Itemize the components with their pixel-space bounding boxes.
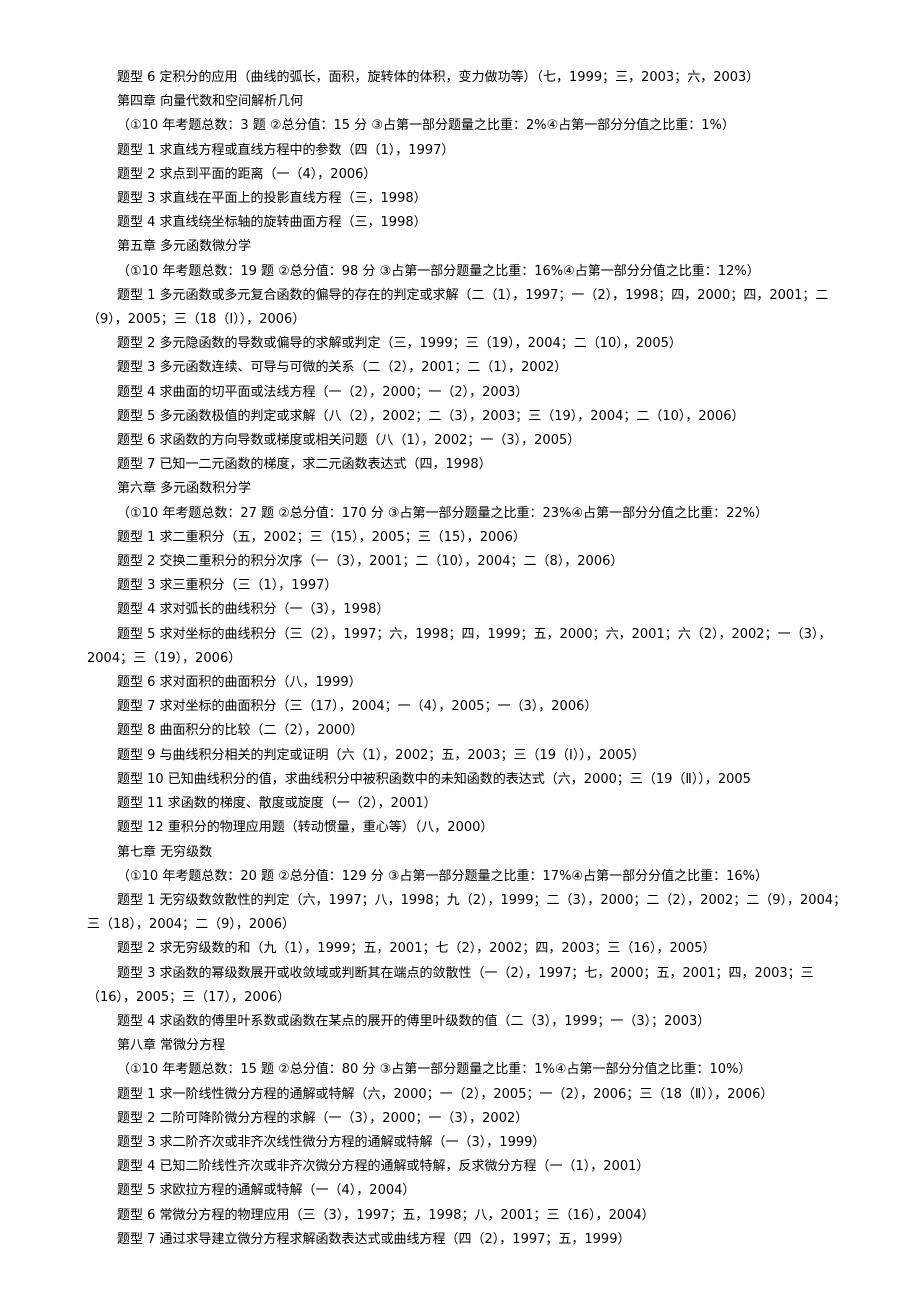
question-type-item: 题型 2 求无穷级数的和（九（1），1999；五，2001；七（2），2002；… (117, 941, 716, 957)
question-type-item: 题型 11 求函数的梯度、散度或旋度（一（2），2001） (117, 796, 437, 812)
question-type-item: 题型 2 二阶可降阶微分方程的求解（一（3），2000；一（3），2002） (117, 1110, 529, 1126)
chapter-heading: 第四章 向量代数和空间解析几何 (117, 94, 304, 110)
question-type-item: 题型 1 求直线方程或直线方程中的参数（四（1），1997） (117, 142, 455, 158)
chapter-stats: （①10 年考题总数：19 题 ②总分值：98 分 ③占第一部分题量之比重：16… (117, 263, 760, 279)
question-type-item: 题型 3 求二阶齐次或非齐次线性微分方程的通解或特解（一（3），1999） (117, 1134, 546, 1150)
question-type-item: 题型 3 求函数的幂级数展开或收敛域或判断其在端点的敛散性（一（2），1997；… (87, 965, 814, 1005)
question-type-item: 题型 3 多元函数连续、可导与可微的关系（二（2），2001；二（1），2002… (117, 360, 568, 376)
question-type-item: 题型 6 常微分方程的物理应用（三（3），1997；五，1998；八，2001；… (117, 1207, 655, 1223)
question-type-item: 题型 1 无穷级数敛散性的判定（六，1997；八，1998；九（2），1999；… (87, 892, 847, 933)
question-type-item: 题型 4 求对弧长的曲线积分（一（3），1998） (117, 602, 390, 618)
chapter-stats: （①10 年考题总数：20 题 ②总分值：129 分 ③占第一部分题量之比重：1… (117, 868, 768, 884)
document-page: 题型 6 定积分的应用（曲线的弧长，面积，旋转体的体积，变力做功等）（七，199… (87, 66, 847, 1252)
question-type-item: 题型 7 求对坐标的曲面积分（三（17），2004；一（4），2005；一（3）… (117, 699, 598, 715)
question-type-item: 题型 2 求点到平面的距离（一（4），2006） (117, 166, 377, 182)
question-type-item: 题型 2 多元隐函数的导数或偏导的求解或判定（三，1999；三（19），2004… (117, 336, 682, 352)
question-type-item: 题型 5 多元函数极值的判定或求解（八（2），2002；二（3），2003；三（… (117, 408, 745, 424)
chapter-heading: 第五章 多元函数微分学 (117, 239, 252, 255)
question-type-item: 题型 7 已知一二元函数的梯度，求二元函数表达式（四，1998） (117, 457, 492, 473)
question-type-item: 题型 7 通过求导建立微分方程求解函数表达式或曲线方程（四（2），1997；五，… (117, 1231, 631, 1247)
question-type-item: 题型 4 求直线绕坐标轴的旋转曲面方程（三，1998） (117, 215, 427, 231)
question-type-item: 题型 10 已知曲线积分的值，求曲线积分中被积函数中的未知函数的表达式（六，20… (117, 771, 751, 787)
question-type-item: 题型 5 求对坐标的曲线积分（三（2），1997；六，1998；四，1999；五… (87, 626, 832, 666)
question-type-item: 题型 6 定积分的应用（曲线的弧长，面积，旋转体的体积，变力做功等）（七，199… (117, 70, 760, 85)
question-type-item: 题型 3 求三重积分（三（1），1997） (117, 578, 338, 594)
chapter-stats: （①10 年考题总数：3 题 ②总分值：15 分 ③占第一部分题量之比重：2%④… (117, 118, 735, 134)
chapter-heading: 第六章 多元函数积分学 (117, 481, 252, 497)
question-type-item: 题型 2 交换二重积分的积分次序（一（3），2001；二（10），2004；二（… (117, 554, 624, 570)
question-type-item: 题型 1 求二重积分（五，2002；三（15），2005；三（15），2006） (117, 529, 526, 545)
question-type-item: 题型 9 与曲线积分相关的判定或证明（六（1），2002；五，2003；三（19… (117, 747, 645, 763)
chapter-stats: （①10 年考题总数：15 题 ②总分值：80 分 ③占第一部分题量之比重：1%… (117, 1062, 752, 1078)
chapter-heading: 第八章 常微分方程 (117, 1038, 226, 1054)
question-type-item: 题型 6 求函数的方向导数或梯度或相关问题（八（1），2002；一（3），200… (117, 433, 581, 449)
question-type-item: 题型 5 求欧拉方程的通解或特解（一（4），2004） (117, 1183, 416, 1199)
question-type-item: 题型 1 求一阶线性微分方程的通解或特解（六，2000；一（2），2005；一（… (117, 1086, 774, 1102)
question-type-item: 题型 4 求曲面的切平面或法线方程（一（2），2000；一（2），2003） (117, 384, 529, 400)
question-type-item: 题型 3 求直线在平面上的投影直线方程（三，1998） (117, 191, 427, 207)
chapter-stats: （①10 年考题总数：27 题 ②总分值：170 分 ③占第一部分题量之比重：2… (117, 505, 768, 521)
question-type-item: 题型 6 求对面积的曲面积分（八，1999） (117, 675, 362, 691)
question-type-item: 题型 12 重积分的物理应用题（转动惯量，重心等）（八，2000） (117, 820, 494, 836)
question-type-item: 题型 8 曲面积分的比较（二（2），2000） (117, 723, 364, 739)
chapter-heading: 第七章 无穷级数 (117, 844, 213, 860)
question-type-item: 题型 4 已知二阶线性齐次或非齐次微分方程的通解或特解，反求微分方程（一（1），… (117, 1159, 650, 1175)
question-type-item: 题型 4 求函数的傅里叶系数或函数在某点的展开的傅里叶级数的值（二（3），199… (117, 1013, 711, 1029)
question-type-item: 题型 1 多元函数或多元复合函数的偏导的存在的判定或求解（二（1），1997；一… (87, 287, 829, 328)
